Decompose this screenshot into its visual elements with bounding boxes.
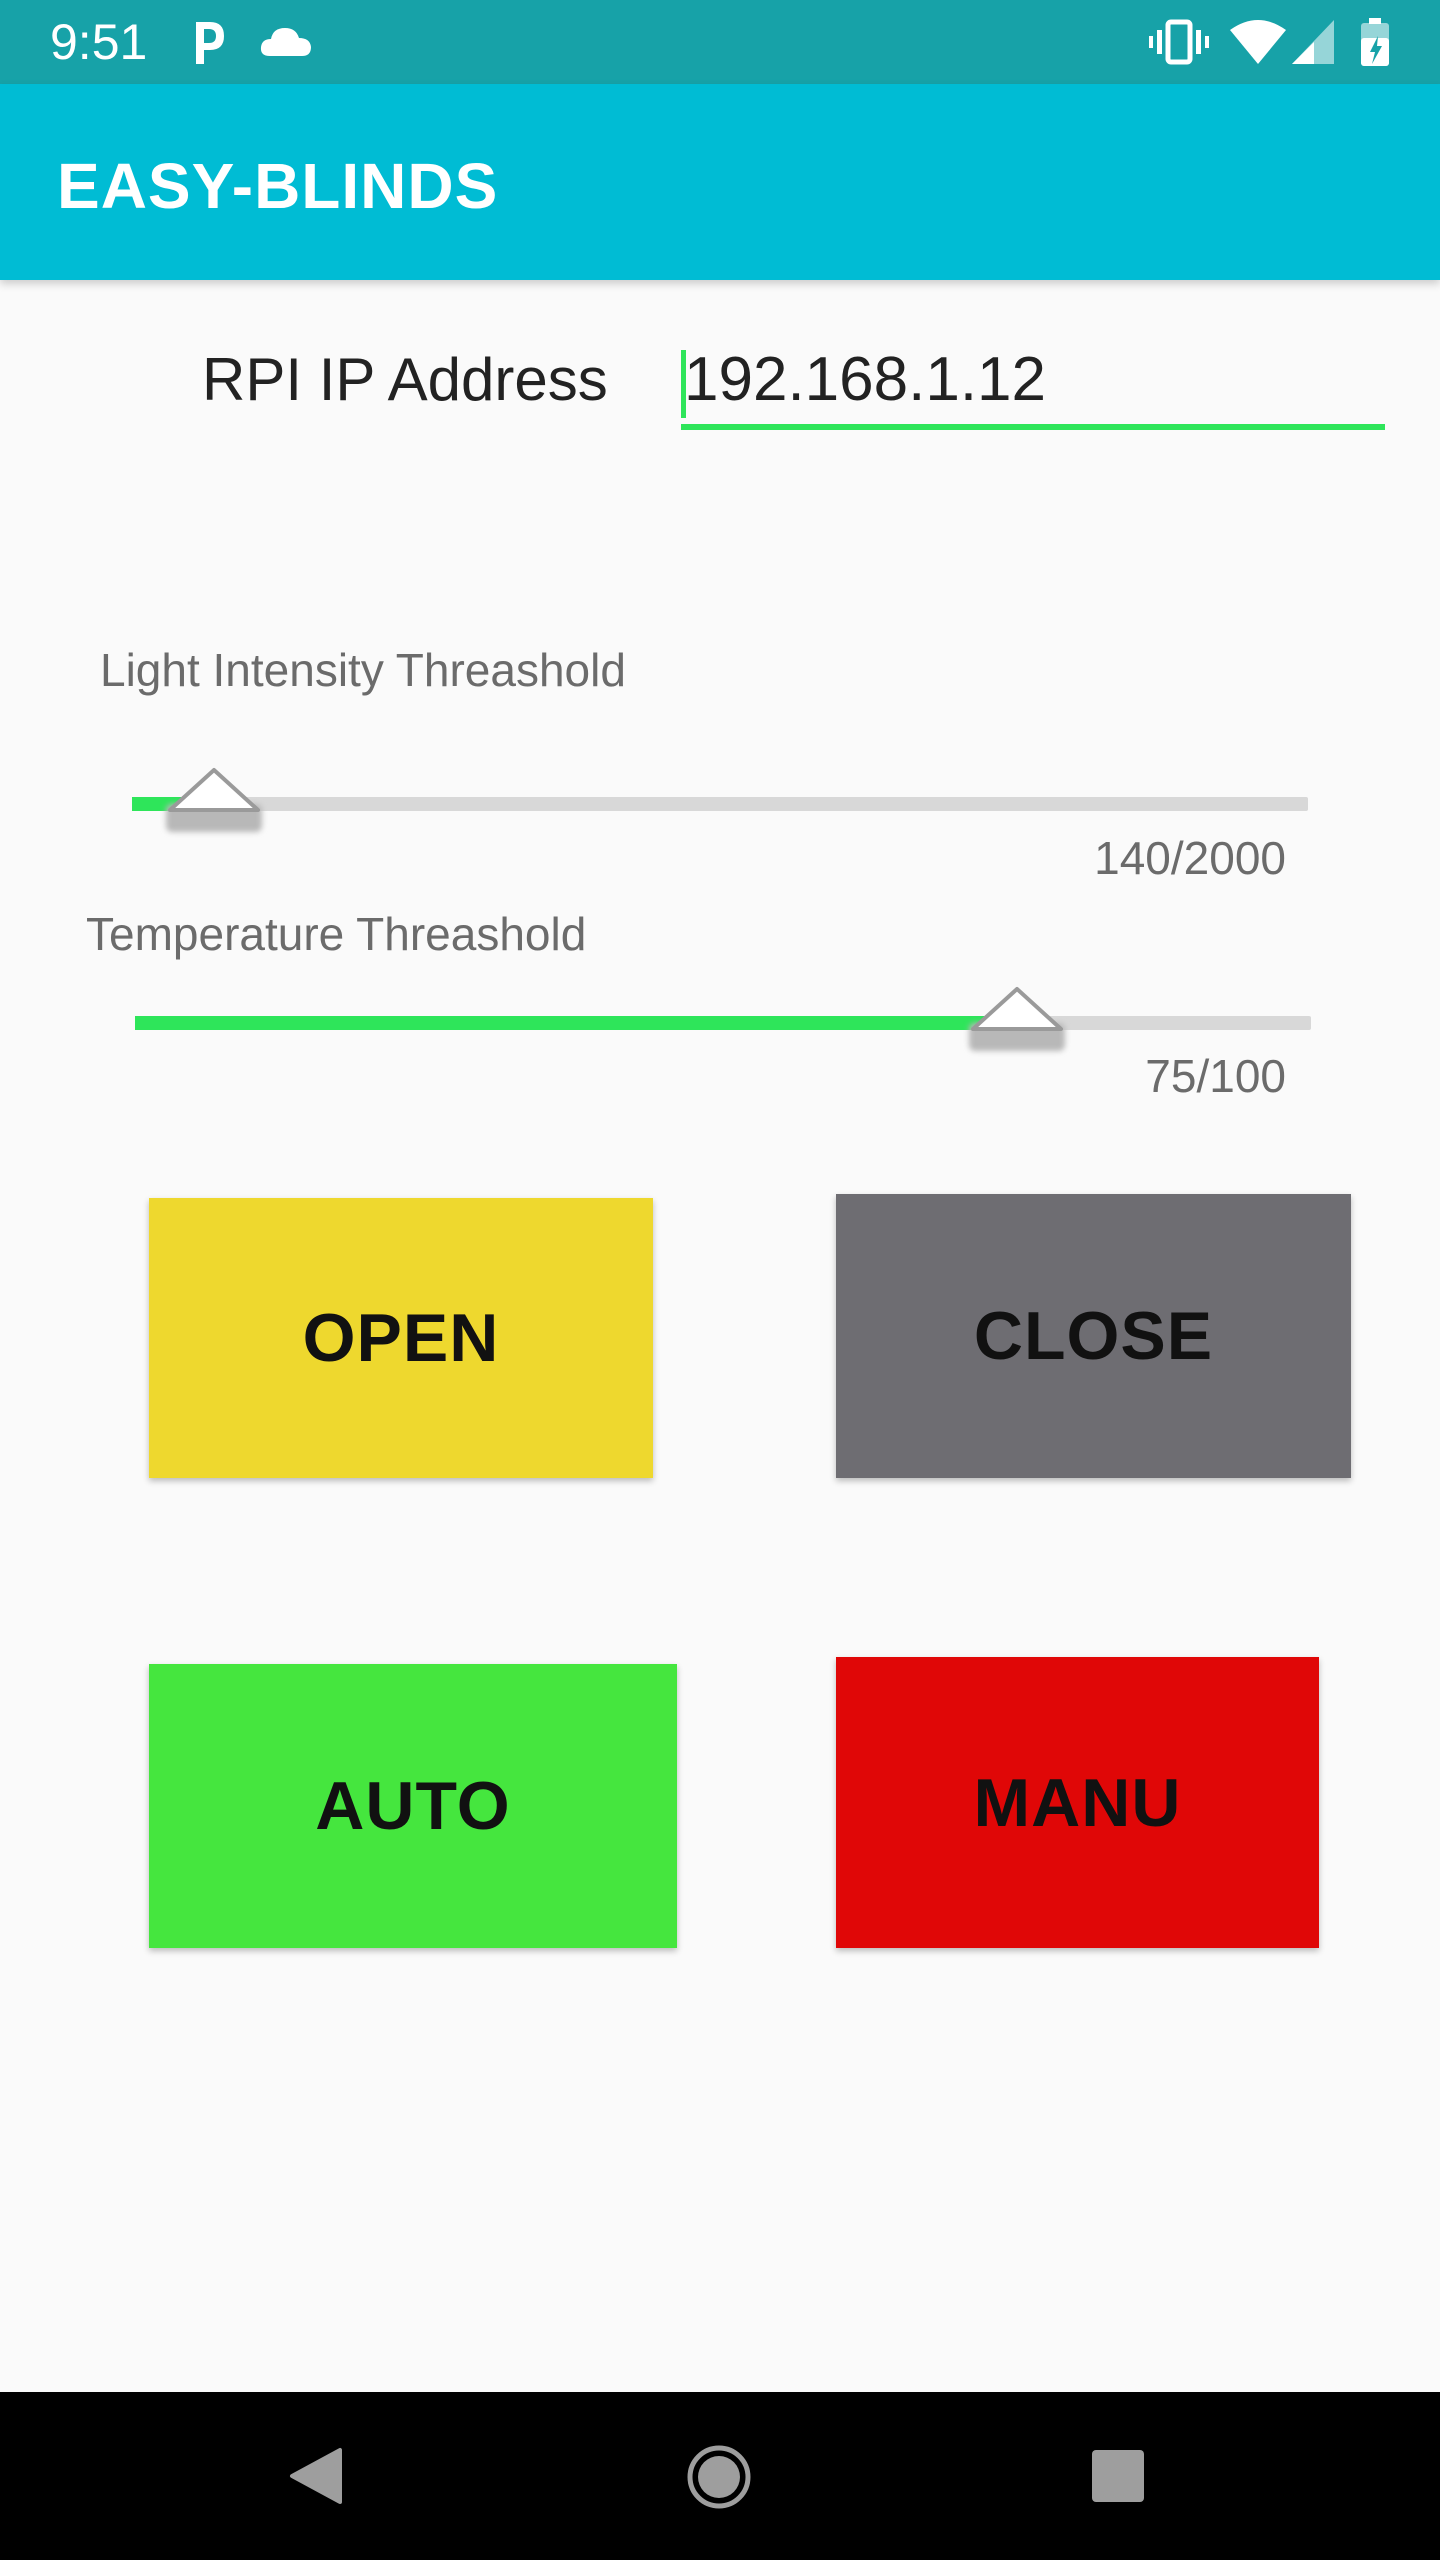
temperature-threshold-progress — [135, 1016, 1017, 1030]
cell-signal-icon — [1292, 20, 1334, 64]
app-title: EASY-BLINDS — [57, 150, 499, 222]
light-threshold-thumb[interactable] — [160, 760, 268, 846]
cloud-icon — [260, 28, 311, 56]
ip-address-input[interactable]: 192.168.1.12 — [681, 332, 1385, 432]
ip-address-value[interactable]: 192.168.1.12 — [684, 344, 1046, 416]
temperature-threshold-label: Temperature Threashold — [86, 908, 587, 960]
text-caret — [681, 350, 686, 418]
temperature-threshold-seekbar[interactable] — [135, 1016, 1311, 1030]
ip-address-label: RPI IP Address — [202, 346, 608, 413]
parking-app-icon — [196, 22, 224, 64]
open-button[interactable]: OPEN — [149, 1198, 653, 1478]
light-threshold-label: Light Intensity Threashold — [100, 644, 626, 696]
close-button[interactable]: CLOSE — [836, 1194, 1351, 1478]
wifi-icon — [1230, 20, 1286, 64]
temperature-threshold-value: 75/100 — [1145, 1050, 1286, 1102]
light-threshold-value: 140/2000 — [1094, 832, 1286, 884]
home-icon[interactable] — [686, 2444, 752, 2510]
recents-icon[interactable] — [1090, 2448, 1146, 2504]
ip-address-underline — [681, 424, 1385, 430]
vibrate-icon — [1149, 19, 1209, 65]
battery-icon — [1361, 18, 1389, 66]
back-icon[interactable] — [288, 2446, 344, 2506]
status-time: 9:51 — [50, 14, 148, 70]
manual-button[interactable]: MANU — [836, 1657, 1319, 1948]
auto-button[interactable]: AUTO — [149, 1664, 677, 1948]
light-threshold-seekbar[interactable] — [132, 797, 1308, 811]
